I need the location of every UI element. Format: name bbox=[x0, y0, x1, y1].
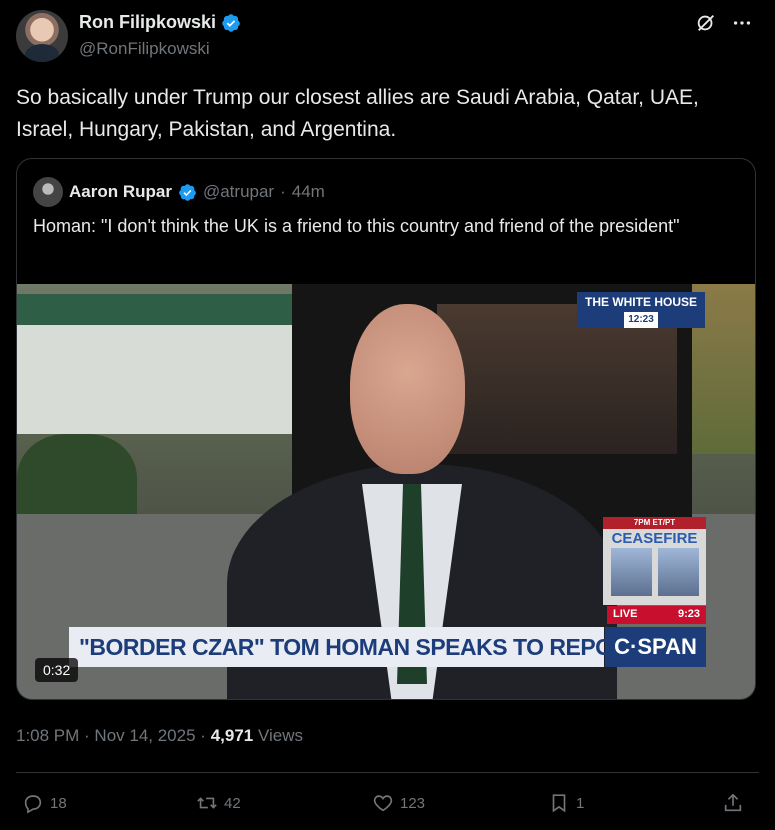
views-label: Views bbox=[257, 726, 304, 745]
divider bbox=[16, 772, 759, 773]
repost-count: 42 bbox=[224, 794, 241, 812]
repost-icon bbox=[197, 797, 217, 809]
bookmark-icon bbox=[552, 794, 566, 813]
grok-icon[interactable] bbox=[695, 12, 717, 34]
live-bar: LIVE 9:23 bbox=[607, 606, 706, 624]
separator-dot: · bbox=[200, 726, 206, 745]
heart-icon bbox=[373, 795, 393, 812]
quoted-tweet-header: Aaron Rupar @atrupar · 44m bbox=[33, 177, 325, 207]
quoted-tweet-text: Homan: "I don't think the UK is a friend… bbox=[33, 216, 680, 236]
bookmark-button[interactable]: 1 bbox=[548, 788, 584, 818]
ceasefire-promo-photos bbox=[611, 548, 699, 596]
quoted-tweet[interactable]: Aaron Rupar @atrupar · 44m Homan: "I don… bbox=[16, 158, 756, 700]
ceasefire-promo-title: CEASEFIRE bbox=[611, 530, 698, 547]
author-name-row: Ron Filipkowski bbox=[79, 12, 241, 33]
views-count: 4,971 bbox=[210, 726, 254, 745]
verified-badge-icon bbox=[222, 13, 240, 32]
video-background-tents bbox=[17, 294, 317, 434]
author-name[interactable]: Ron Filipkowski bbox=[79, 12, 216, 33]
location-banner: THE WHITE HOUSE 12:23 bbox=[577, 292, 705, 328]
author-handle[interactable]: @RonFilipkowski bbox=[79, 39, 210, 59]
author-avatar[interactable] bbox=[16, 10, 68, 62]
tweet-meta: 1:08 PM · Nov 14, 2025 · 4,971 Views bbox=[16, 726, 303, 746]
video-duration: 0:32 bbox=[35, 658, 79, 682]
repost-button[interactable]: 42 bbox=[196, 788, 241, 818]
quoted-author-handle[interactable]: @atrupar bbox=[203, 182, 274, 202]
location-banner-text: THE WHITE HOUSE bbox=[584, 295, 697, 309]
tweet-text: So basically under Trump our closest all… bbox=[16, 86, 699, 141]
separator-dot: · bbox=[280, 182, 286, 201]
lower-third-caption: "BORDER CZAR" TOM HOMAN SPEAKS TO REPORT… bbox=[69, 627, 689, 667]
more-options-icon[interactable] bbox=[731, 12, 753, 34]
verified-badge-icon bbox=[179, 183, 196, 201]
share-icon bbox=[724, 793, 742, 812]
quoted-author-name[interactable]: Aaron Rupar bbox=[69, 182, 172, 202]
live-time: 9:23 bbox=[677, 608, 700, 620]
promo-photo bbox=[611, 548, 652, 596]
network-logo: C·SPAN bbox=[605, 627, 706, 667]
live-label: LIVE bbox=[613, 608, 638, 620]
share-button[interactable] bbox=[722, 788, 744, 818]
like-button[interactable]: 123 bbox=[372, 788, 425, 818]
video-player[interactable]: THE WHITE HOUSE 12:23 7PM ET/PT CEASEFIR… bbox=[17, 284, 755, 699]
tweet-timestamp[interactable]: 1:08 PM · Nov 14, 2025 bbox=[16, 726, 196, 745]
reply-button[interactable]: 18 bbox=[22, 788, 67, 818]
reply-icon bbox=[24, 795, 42, 814]
quoted-tweet-time[interactable]: 44m bbox=[292, 182, 325, 202]
ceasefire-promo-time: 7PM ET/PT bbox=[633, 518, 676, 527]
promo-photo bbox=[658, 548, 699, 596]
video-person-head bbox=[350, 304, 465, 474]
action-bar: 18 42 123 1 bbox=[16, 788, 759, 818]
reply-count: 18 bbox=[50, 794, 67, 812]
tweet-header: Ron Filipkowski @RonFilipkowski bbox=[16, 10, 759, 66]
quoted-author-avatar[interactable] bbox=[33, 177, 63, 207]
bookmark-count: 1 bbox=[576, 794, 585, 812]
broadcast-clock: 12:23 bbox=[624, 312, 658, 328]
like-count: 123 bbox=[400, 794, 426, 812]
